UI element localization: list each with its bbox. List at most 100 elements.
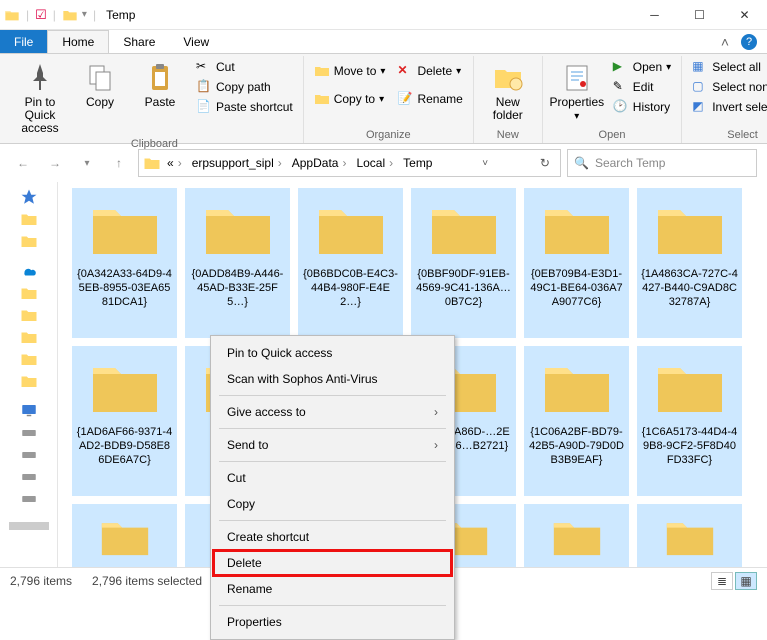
collapse-ribbon-icon[interactable]: ˄ [721, 34, 729, 50]
search-icon: 🔍 [574, 156, 589, 170]
select-group-label: Select [688, 129, 767, 141]
details-view-button[interactable]: ≣ [711, 572, 733, 590]
up-button[interactable]: ↑ [106, 150, 132, 176]
folder-item[interactable]: {0B6BDC0B-E4C3-44B4-980F-E4E2…} [298, 188, 403, 338]
folder-item[interactable] [72, 504, 177, 567]
onedrive-icon[interactable] [2, 260, 55, 282]
folder-item[interactable] [524, 504, 629, 567]
tab-file[interactable]: File [0, 30, 47, 53]
quick-checkbox-icon[interactable]: ☑ [35, 7, 47, 23]
invert-selection-button[interactable]: ◩Invert selection [688, 98, 767, 116]
crumb-erpsupport[interactable]: erpsupport_sipl› [188, 156, 286, 170]
copy-to-button[interactable]: Copy to▾ [310, 90, 390, 108]
history-button[interactable]: 🕑History [609, 98, 675, 116]
edit-button[interactable]: ✎Edit [609, 78, 675, 96]
breadcrumb[interactable]: «› erpsupport_sipl› AppData› Local› Temp… [138, 149, 561, 177]
paste-button[interactable]: Paste [132, 58, 188, 109]
folder-item[interactable] [637, 504, 742, 567]
quick-access-icon[interactable] [2, 186, 55, 208]
crumb-appdata[interactable]: AppData› [288, 156, 351, 170]
open-group-label: Open [549, 129, 675, 141]
new-folder-label: New folder [493, 96, 523, 122]
nav-folder-icon[interactable] [2, 348, 55, 370]
pin-to-quick-access-button[interactable]: Pin to Quick access [12, 58, 68, 136]
menu-separator [219, 395, 446, 396]
close-button[interactable]: ✕ [722, 0, 767, 30]
drive-icon[interactable] [2, 444, 55, 466]
menu-send-to[interactable]: Send to› [213, 432, 452, 458]
tab-home[interactable]: Home [47, 30, 109, 53]
drive-icon[interactable] [2, 422, 55, 444]
copy-path-icon: 📋 [196, 79, 212, 95]
this-pc-icon[interactable] [2, 400, 55, 422]
folder-item[interactable]: {0EB709B4-E3D1-49C1-BE64-036A7A9077C6} [524, 188, 629, 338]
recent-locations-button[interactable]: ▾ [74, 150, 100, 176]
crumb-overflow[interactable]: «› [163, 156, 186, 170]
folder-item[interactable]: {1AD6AF66-9371-4AD2-BDB9-D58E86DE6A7C} [72, 346, 177, 496]
menu-cut[interactable]: Cut [213, 465, 452, 491]
folder-item[interactable]: {1A4863CA-727C-4427-B440-C9AD8C32787A} [637, 188, 742, 338]
select-none-button[interactable]: ▢Select none [688, 78, 767, 96]
folder-item[interactable]: {0ADD84B9-A446-45AD-B33E-25F5…} [185, 188, 290, 338]
folder-item[interactable]: {1C06A2BF-BD79-42B5-A90D-79D0DB3B9EAF} [524, 346, 629, 496]
navigation-pane[interactable] [0, 182, 58, 567]
icons-view-button[interactable]: ▦ [735, 572, 757, 590]
menu-separator [219, 605, 446, 606]
nav-folder-icon[interactable] [2, 230, 55, 252]
menu-delete[interactable]: Delete [213, 550, 452, 576]
refresh-button[interactable]: ↻ [534, 156, 556, 170]
search-input[interactable]: 🔍 Search Temp [567, 149, 757, 177]
delete-x-icon: ✕ [397, 63, 413, 79]
paste-shortcut-button[interactable]: 📄Paste shortcut [192, 98, 297, 116]
copy-path-button[interactable]: 📋Copy path [192, 78, 297, 96]
nav-folder-icon[interactable] [2, 326, 55, 348]
folder-item[interactable]: {1C6A5173-44D4-49B8-9CF2-5F8D40FD33FC} [637, 346, 742, 496]
minimize-button[interactable]: ─ [632, 0, 677, 30]
cut-button[interactable]: ✂Cut [192, 58, 297, 76]
select-all-button[interactable]: ▦Select all [688, 58, 767, 76]
folder-item[interactable]: {0A342A33-64D9-45EB-8955-03EA6581DCA1} [72, 188, 177, 338]
menu-separator [219, 461, 446, 462]
maximize-button[interactable]: ☐ [677, 0, 722, 30]
menu-copy[interactable]: Copy [213, 491, 452, 517]
menu-properties[interactable]: Properties [213, 609, 452, 635]
clipboard-group-label: Clipboard [12, 138, 297, 150]
move-to-button[interactable]: Move to▾ [310, 62, 390, 80]
help-icon[interactable]: ? [741, 34, 757, 50]
menu-pin-to-quick-access[interactable]: Pin to Quick access [213, 340, 452, 366]
menu-create-shortcut[interactable]: Create shortcut [213, 524, 452, 550]
folder-item[interactable]: {0BBF90DF-91EB-4569-9C41-136A…0B7C2} [411, 188, 516, 338]
drive-icon[interactable] [2, 466, 55, 488]
delete-button[interactable]: ✕Delete▾ [393, 62, 466, 80]
menu-rename[interactable]: Rename [213, 576, 452, 602]
crumb-local[interactable]: Local› [352, 156, 397, 170]
back-button[interactable]: ← [10, 150, 36, 176]
title-dropdown-icon[interactable]: ▾ [82, 9, 87, 20]
crumb-temp[interactable]: Temp [399, 156, 436, 170]
tab-share[interactable]: Share [109, 30, 169, 53]
history-icon: 🕑 [613, 99, 629, 115]
pin-label: Pin to Quick access [12, 96, 68, 136]
forward-button[interactable]: → [42, 150, 68, 176]
menu-give-access-to[interactable]: Give access to› [213, 399, 452, 425]
folder-icon [314, 63, 330, 79]
nav-scrollbar[interactable] [9, 522, 49, 530]
copy-label: Copy [86, 96, 114, 109]
tab-view[interactable]: View [169, 30, 223, 53]
status-item-count: 2,796 items [10, 574, 72, 588]
rename-button[interactable]: 📝Rename [393, 90, 466, 108]
context-menu: Pin to Quick access Scan with Sophos Ant… [210, 335, 455, 640]
nav-folder-icon[interactable] [2, 282, 55, 304]
menu-scan-antivirus[interactable]: Scan with Sophos Anti-Virus [213, 366, 452, 392]
open-button[interactable]: ▶Open▾ [609, 58, 675, 76]
title-bar: | ☑ | ▾ | Temp ─ ☐ ✕ [0, 0, 767, 30]
ribbon: Pin to Quick access Copy Paste ✂Cut 📋Cop… [0, 54, 767, 144]
copy-button[interactable]: Copy [72, 58, 128, 109]
nav-folder-icon[interactable] [2, 208, 55, 230]
drive-icon[interactable] [2, 488, 55, 510]
nav-folder-icon[interactable] [2, 370, 55, 392]
nav-folder-icon[interactable] [2, 304, 55, 326]
new-folder-button[interactable]: New folder [480, 58, 536, 122]
breadcrumb-dropdown-icon[interactable]: ˅ [476, 158, 494, 169]
properties-button[interactable]: Properties ▾ [549, 58, 605, 122]
